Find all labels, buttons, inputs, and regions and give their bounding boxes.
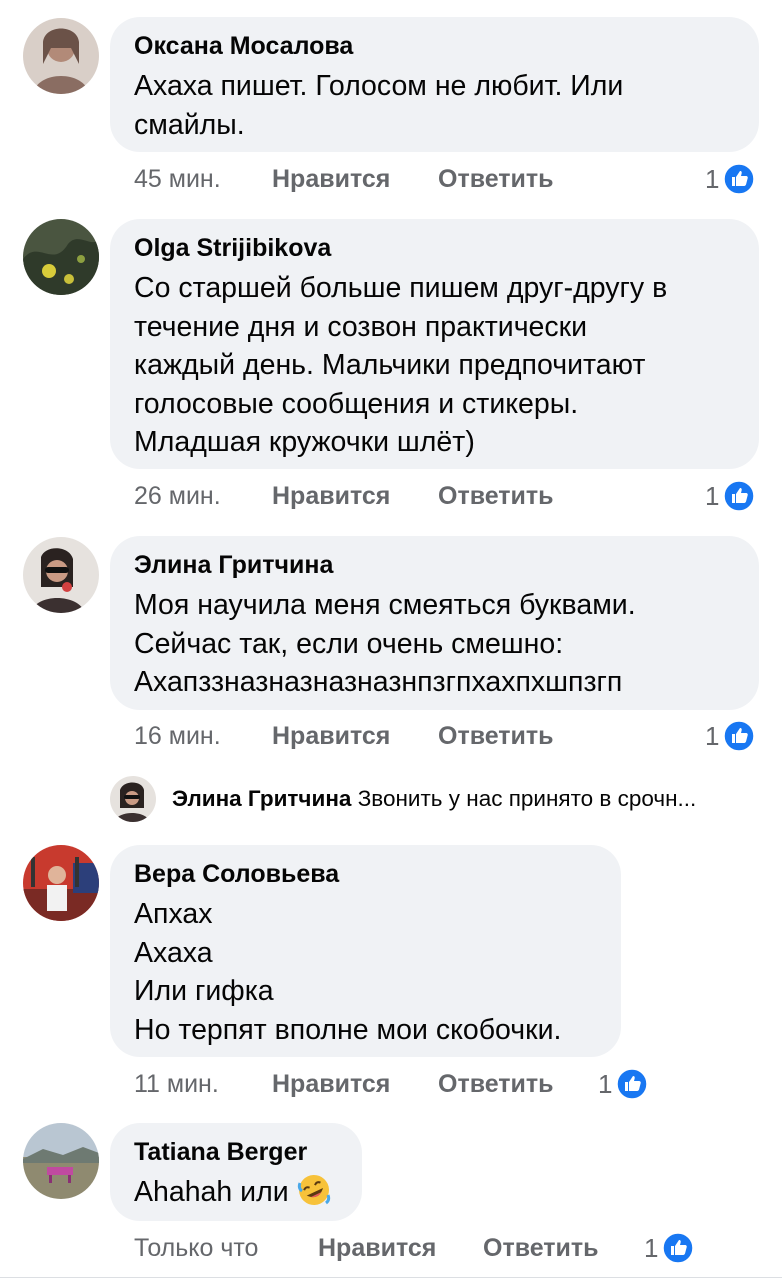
like-reaction-icon (723, 720, 756, 752)
reply-button[interactable]: Ответить (438, 478, 554, 514)
reaction-number: 1 (705, 164, 720, 194)
comment-actions: 26 мин. Нравится Ответить (134, 478, 734, 514)
reaction-number: 1 (705, 721, 720, 751)
comment-bubble[interactable]: Вера Соловьева Апхах Ахаха Или гифка Но … (110, 845, 621, 1057)
comment-time[interactable]: 26 мин. (134, 478, 221, 514)
reply-snippet: Звонить у нас принято в срочн... (357, 786, 697, 811)
like-reaction-icon (616, 1068, 649, 1100)
comment-actions: 16 мин. Нравится Ответить (134, 718, 734, 754)
comment-time[interactable]: 45 мин. (134, 161, 221, 197)
comment-time[interactable]: Только что (134, 1230, 258, 1266)
reaction-count[interactable]: 1 (705, 718, 756, 754)
reply-preview[interactable]: Элина Гритчина Звонить у нас принято в с… (110, 776, 770, 824)
reaction-count[interactable]: 1 (705, 478, 756, 514)
comment-author[interactable]: Tatiana Berger (134, 1137, 338, 1167)
comment-text: Апхах Ахаха Или гифка Но терпят вполне м… (134, 898, 562, 1046)
divider (0, 1277, 782, 1278)
like-button[interactable]: Нравится (272, 161, 390, 197)
reply-button[interactable]: Ответить (483, 1230, 599, 1266)
reaction-count[interactable]: 1 (705, 161, 756, 197)
rolling-laughing-emoji-icon (297, 1175, 330, 1205)
like-reaction-icon (662, 1232, 695, 1264)
like-button[interactable]: Нравится (272, 1066, 390, 1102)
comment-bubble[interactable]: Элина Гритчина Моя научила меня смеяться… (110, 536, 759, 710)
comment-text: Со старшей больше пишем друг-другу в теч… (134, 272, 668, 458)
comment-text: Ahahah или (134, 1173, 338, 1212)
avatar[interactable] (110, 776, 156, 822)
comment-author[interactable]: Оксана Мосалова (134, 31, 735, 61)
avatar[interactable] (23, 219, 99, 295)
comment-time[interactable]: 16 мин. (134, 718, 221, 754)
comment-actions: 45 мин. Нравится Ответить (134, 161, 734, 197)
like-button[interactable]: Нравится (272, 478, 390, 514)
comment-author[interactable]: Вера Соловьева (134, 859, 597, 889)
comment-text-content: Ahahah или (134, 1176, 289, 1208)
like-button[interactable]: Нравится (318, 1230, 436, 1266)
reply-author: Элина Гритчина (172, 786, 352, 811)
reaction-number: 1 (598, 1069, 613, 1099)
reaction-count[interactable]: 1 (644, 1230, 695, 1266)
comment-author[interactable]: Элина Гритчина (134, 550, 735, 580)
comment-author[interactable]: Olga Strijibikova (134, 233, 735, 263)
avatar[interactable] (23, 1123, 99, 1199)
comment-text: Моя научила меня смеяться буквами. Сейча… (134, 589, 636, 698)
comment-bubble[interactable]: Tatiana Berger Ahahah или (110, 1123, 362, 1221)
reaction-number: 1 (644, 1233, 659, 1263)
comment-bubble[interactable]: Оксана Мосалова Ахаха пишет. Голосом не … (110, 17, 759, 152)
like-reaction-icon (723, 480, 756, 512)
reply-button[interactable]: Ответить (438, 718, 554, 754)
avatar[interactable] (23, 537, 99, 613)
reply-preview-text[interactable]: Элина Гритчина Звонить у нас принято в с… (172, 784, 696, 814)
like-reaction-icon (723, 163, 756, 195)
reply-button[interactable]: Ответить (438, 1066, 554, 1102)
like-button[interactable]: Нравится (272, 718, 390, 754)
avatar[interactable] (23, 845, 99, 921)
comment-text: Ахаха пишет. Голосом не любит. Или смайл… (134, 70, 624, 141)
reply-button[interactable]: Ответить (438, 161, 554, 197)
comment-bubble[interactable]: Olga Strijibikova Со старшей больше пише… (110, 219, 759, 469)
avatar[interactable] (23, 18, 99, 94)
comment-time[interactable]: 11 мин. (134, 1066, 219, 1102)
reaction-count[interactable]: 1 (598, 1066, 649, 1102)
reaction-number: 1 (705, 481, 720, 511)
